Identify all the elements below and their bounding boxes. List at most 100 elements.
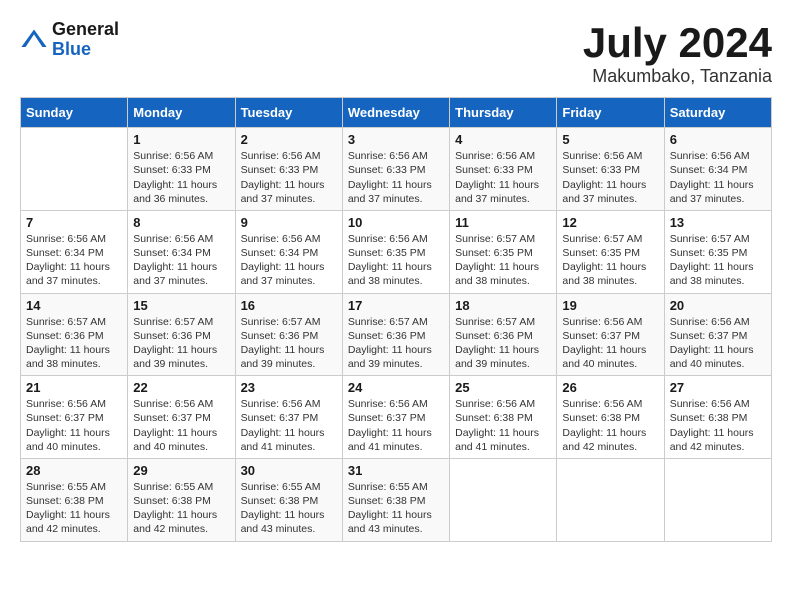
calendar-cell: 26 Sunrise: 6:56 AM Sunset: 6:38 PM Dayli… bbox=[557, 376, 664, 459]
day-header-sunday: Sunday bbox=[21, 98, 128, 128]
day-info: Sunrise: 6:56 AM Sunset: 6:33 PM Dayligh… bbox=[455, 149, 551, 206]
day-number: 19 bbox=[562, 298, 658, 313]
calendar-cell: 21 Sunrise: 6:56 AM Sunset: 6:37 PM Dayli… bbox=[21, 376, 128, 459]
calendar-cell: 16 Sunrise: 6:57 AM Sunset: 6:36 PM Dayli… bbox=[235, 293, 342, 376]
day-info: Sunrise: 6:57 AM Sunset: 6:36 PM Dayligh… bbox=[133, 315, 229, 372]
day-info: Sunrise: 6:57 AM Sunset: 6:35 PM Dayligh… bbox=[562, 232, 658, 289]
calendar-cell bbox=[21, 128, 128, 211]
day-number: 5 bbox=[562, 132, 658, 147]
day-number: 6 bbox=[670, 132, 766, 147]
day-number: 26 bbox=[562, 380, 658, 395]
calendar-cell: 15Sunrise: 6:57 AM Sunset: 6:36 PM Dayli… bbox=[128, 293, 235, 376]
calendar-cell: 6 Sunrise: 6:56 AM Sunset: 6:34 PM Daylig… bbox=[664, 128, 771, 211]
day-number: 7 bbox=[26, 215, 122, 230]
day-info: Sunrise: 6:56 AM Sunset: 6:38 PM Dayligh… bbox=[455, 397, 551, 454]
calendar-cell: 8Sunrise: 6:56 AM Sunset: 6:34 PM Daylig… bbox=[128, 210, 235, 293]
calendar-header-row: SundayMondayTuesdayWednesdayThursdayFrid… bbox=[21, 98, 772, 128]
calendar-week-4: 21 Sunrise: 6:56 AM Sunset: 6:37 PM Dayli… bbox=[21, 376, 772, 459]
logo-general: General bbox=[52, 20, 119, 40]
logo-icon bbox=[20, 26, 48, 54]
day-number: 28 bbox=[26, 463, 122, 478]
day-number: 27 bbox=[670, 380, 766, 395]
calendar-cell: 1 Sunrise: 6:56 AM Sunset: 6:33 PM Daylig… bbox=[128, 128, 235, 211]
day-info: Sunrise: 6:57 AM Sunset: 6:35 PM Dayligh… bbox=[455, 232, 551, 289]
day-number: 31 bbox=[348, 463, 444, 478]
day-info: Sunrise: 6:56 AM Sunset: 6:33 PM Dayligh… bbox=[348, 149, 444, 206]
calendar-cell: 5 Sunrise: 6:56 AM Sunset: 6:33 PM Daylig… bbox=[557, 128, 664, 211]
day-number: 24 bbox=[348, 380, 444, 395]
day-info: Sunrise: 6:57 AM Sunset: 6:35 PM Dayligh… bbox=[670, 232, 766, 289]
day-info: Sunrise: 6:56 AM Sunset: 6:33 PM Dayligh… bbox=[133, 149, 229, 206]
day-header-friday: Friday bbox=[557, 98, 664, 128]
day-info: Sunrise: 6:55 AM Sunset: 6:38 PM Dayligh… bbox=[241, 480, 337, 537]
day-header-monday: Monday bbox=[128, 98, 235, 128]
day-number: 3 bbox=[348, 132, 444, 147]
day-number: 1 bbox=[133, 132, 229, 147]
day-info: Sunrise: 6:56 AM Sunset: 6:37 PM Dayligh… bbox=[133, 397, 229, 454]
day-number: 30 bbox=[241, 463, 337, 478]
day-info: Sunrise: 6:56 AM Sunset: 6:37 PM Dayligh… bbox=[241, 397, 337, 454]
day-info: Sunrise: 6:56 AM Sunset: 6:34 PM Dayligh… bbox=[241, 232, 337, 289]
day-info: Sunrise: 6:56 AM Sunset: 6:37 PM Dayligh… bbox=[26, 397, 122, 454]
day-number: 4 bbox=[455, 132, 551, 147]
day-info: Sunrise: 6:57 AM Sunset: 6:36 PM Dayligh… bbox=[455, 315, 551, 372]
month-year-title: July 2024 bbox=[583, 20, 772, 66]
calendar-cell: 24 Sunrise: 6:56 AM Sunset: 6:37 PM Dayli… bbox=[342, 376, 449, 459]
day-info: Sunrise: 6:56 AM Sunset: 6:37 PM Dayligh… bbox=[562, 315, 658, 372]
day-number: 16 bbox=[241, 298, 337, 313]
day-number: 23 bbox=[241, 380, 337, 395]
calendar-cell: 4 Sunrise: 6:56 AM Sunset: 6:33 PM Daylig… bbox=[450, 128, 557, 211]
day-info: Sunrise: 6:56 AM Sunset: 6:38 PM Dayligh… bbox=[670, 397, 766, 454]
day-info: Sunrise: 6:57 AM Sunset: 6:36 PM Dayligh… bbox=[348, 315, 444, 372]
calendar-cell: 25 Sunrise: 6:56 AM Sunset: 6:38 PM Dayli… bbox=[450, 376, 557, 459]
day-info: Sunrise: 6:56 AM Sunset: 6:34 PM Dayligh… bbox=[133, 232, 229, 289]
calendar-cell: 11 Sunrise: 6:57 AM Sunset: 6:35 PM Dayli… bbox=[450, 210, 557, 293]
day-info: Sunrise: 6:57 AM Sunset: 6:36 PM Dayligh… bbox=[26, 315, 122, 372]
day-header-tuesday: Tuesday bbox=[235, 98, 342, 128]
day-info: Sunrise: 6:57 AM Sunset: 6:36 PM Dayligh… bbox=[241, 315, 337, 372]
calendar-cell bbox=[450, 458, 557, 541]
calendar-cell: 22Sunrise: 6:56 AM Sunset: 6:37 PM Dayli… bbox=[128, 376, 235, 459]
calendar-cell: 9Sunrise: 6:56 AM Sunset: 6:34 PM Daylig… bbox=[235, 210, 342, 293]
calendar-cell: 17Sunrise: 6:57 AM Sunset: 6:36 PM Dayli… bbox=[342, 293, 449, 376]
calendar-cell: 14Sunrise: 6:57 AM Sunset: 6:36 PM Dayli… bbox=[21, 293, 128, 376]
calendar-week-1: 1 Sunrise: 6:56 AM Sunset: 6:33 PM Daylig… bbox=[21, 128, 772, 211]
calendar-cell: 31Sunrise: 6:55 AM Sunset: 6:38 PM Dayli… bbox=[342, 458, 449, 541]
day-info: Sunrise: 6:56 AM Sunset: 6:37 PM Dayligh… bbox=[348, 397, 444, 454]
calendar-week-3: 14Sunrise: 6:57 AM Sunset: 6:36 PM Dayli… bbox=[21, 293, 772, 376]
day-number: 18 bbox=[455, 298, 551, 313]
day-number: 13 bbox=[670, 215, 766, 230]
day-info: Sunrise: 6:56 AM Sunset: 6:35 PM Dayligh… bbox=[348, 232, 444, 289]
day-number: 25 bbox=[455, 380, 551, 395]
day-info: Sunrise: 6:56 AM Sunset: 6:38 PM Dayligh… bbox=[562, 397, 658, 454]
day-info: Sunrise: 6:56 AM Sunset: 6:34 PM Dayligh… bbox=[26, 232, 122, 289]
day-header-saturday: Saturday bbox=[664, 98, 771, 128]
logo-blue: Blue bbox=[52, 40, 119, 60]
calendar-cell: 12Sunrise: 6:57 AM Sunset: 6:35 PM Dayli… bbox=[557, 210, 664, 293]
calendar-cell: 10Sunrise: 6:56 AM Sunset: 6:35 PM Dayli… bbox=[342, 210, 449, 293]
calendar-table: SundayMondayTuesdayWednesdayThursdayFrid… bbox=[20, 97, 772, 541]
calendar-cell: 20 Sunrise: 6:56 AM Sunset: 6:37 PM Dayli… bbox=[664, 293, 771, 376]
day-number: 21 bbox=[26, 380, 122, 395]
day-info: Sunrise: 6:56 AM Sunset: 6:33 PM Dayligh… bbox=[241, 149, 337, 206]
day-number: 20 bbox=[670, 298, 766, 313]
calendar-cell: 2Sunrise: 6:56 AM Sunset: 6:33 PM Daylig… bbox=[235, 128, 342, 211]
calendar-week-5: 28 Sunrise: 6:55 AM Sunset: 6:38 PM Dayli… bbox=[21, 458, 772, 541]
calendar-cell: 28Sunrise: 6:55 AM Sunset: 6:38 PM Dayli… bbox=[21, 458, 128, 541]
calendar-cell: 23 Sunrise: 6:56 AM Sunset: 6:37 PM Dayli… bbox=[235, 376, 342, 459]
calendar-cell: 7 Sunrise: 6:56 AM Sunset: 6:34 PM Daylig… bbox=[21, 210, 128, 293]
calendar-cell: 13 Sunrise: 6:57 AM Sunset: 6:35 PM Dayli… bbox=[664, 210, 771, 293]
day-info: Sunrise: 6:56 AM Sunset: 6:33 PM Dayligh… bbox=[562, 149, 658, 206]
day-number: 29 bbox=[133, 463, 229, 478]
calendar-cell bbox=[664, 458, 771, 541]
calendar-week-2: 7 Sunrise: 6:56 AM Sunset: 6:34 PM Daylig… bbox=[21, 210, 772, 293]
logo: General Blue bbox=[20, 20, 119, 60]
day-header-wednesday: Wednesday bbox=[342, 98, 449, 128]
day-info: Sunrise: 6:56 AM Sunset: 6:37 PM Dayligh… bbox=[670, 315, 766, 372]
calendar-cell: 27 Sunrise: 6:56 AM Sunset: 6:38 PM Dayli… bbox=[664, 376, 771, 459]
day-number: 11 bbox=[455, 215, 551, 230]
day-info: Sunrise: 6:56 AM Sunset: 6:34 PM Dayligh… bbox=[670, 149, 766, 206]
logo-text: General Blue bbox=[52, 20, 119, 60]
calendar-cell bbox=[557, 458, 664, 541]
header: General Blue July 2024 Makumbako, Tanzan… bbox=[20, 20, 772, 87]
